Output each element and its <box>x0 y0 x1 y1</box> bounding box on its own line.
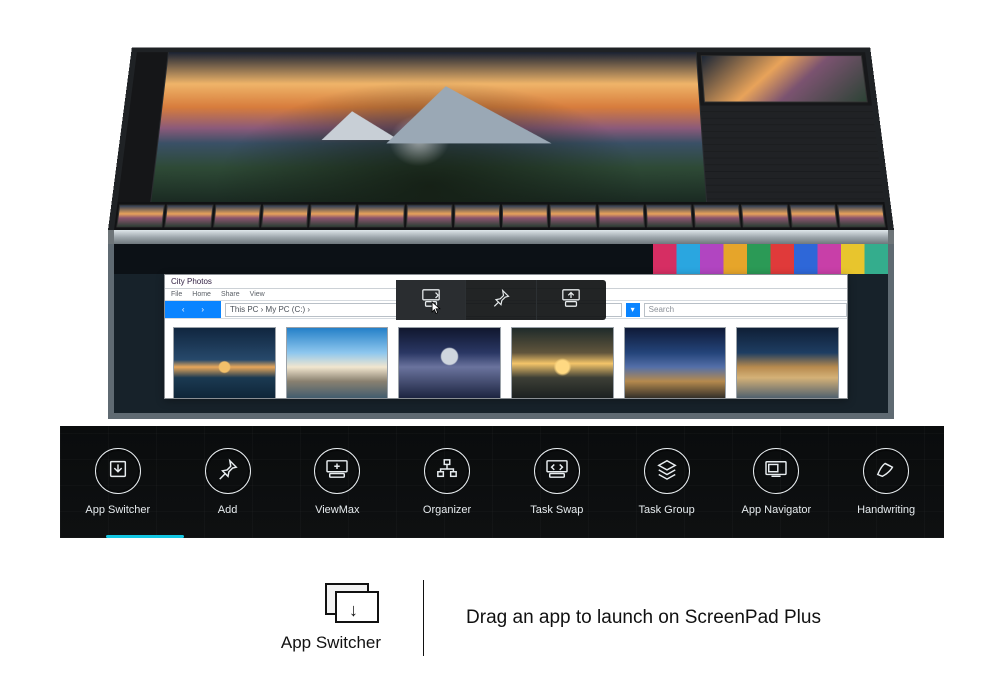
nav-back-forward[interactable]: ‹ › <box>165 301 221 318</box>
photo-item[interactable]: City 04.jpg <box>511 327 614 394</box>
filmstrip-thumb <box>646 205 693 228</box>
filmstrip-thumb <box>837 205 886 228</box>
filmstrip-thumb <box>213 205 261 228</box>
main-display <box>108 48 894 230</box>
color-swatch-strip <box>653 244 888 274</box>
screenpad-plus[interactable]: City Photos File Home Share View ‹ › Thi… <box>108 244 894 419</box>
photo-item[interactable]: City 06.jpg <box>736 327 839 394</box>
filmstrip-thumb <box>165 205 213 228</box>
photo-thumb[interactable] <box>624 327 727 398</box>
menu-item[interactable]: View <box>250 291 265 298</box>
editor-navigator-thumb <box>701 55 868 102</box>
chevron-left-icon[interactable]: ‹ <box>182 305 185 314</box>
app-switcher-large-icon: ↓ <box>325 583 381 625</box>
photo-item[interactable]: City 05.jpg <box>624 327 727 394</box>
filmstrip-thumb <box>693 205 741 228</box>
search-input[interactable]: Search <box>644 303 847 317</box>
laptop: City Photos File Home Share View ‹ › Thi… <box>108 10 894 419</box>
feature-label: ViewMax <box>315 504 359 516</box>
feature-organizer[interactable]: Organizer <box>395 448 499 516</box>
photo-item[interactable]: City 01.jpg <box>173 327 276 394</box>
address-dropdown-icon[interactable]: ▾ <box>626 303 640 317</box>
feature-label: App Navigator <box>742 504 812 516</box>
caption-row: ↓ App Switcher Drag an app to launch on … <box>0 580 1002 656</box>
vertical-divider <box>423 580 424 656</box>
feature-label: Handwriting <box>857 504 915 516</box>
filmstrip-thumb <box>789 205 837 228</box>
caption-text: Drag an app to launch on ScreenPad Plus <box>466 607 821 629</box>
feature-bar: App Switcher Add ViewMax Organizer Task … <box>60 426 944 538</box>
pin-icon <box>217 458 239 485</box>
editor-panels <box>696 52 885 202</box>
popover-pin[interactable] <box>465 280 535 320</box>
feature-label: Task Group <box>638 504 694 516</box>
cursor-icon <box>431 301 441 315</box>
photo-thumb[interactable] <box>398 327 501 398</box>
photo-editor <box>118 52 885 202</box>
feature-label: Task Swap <box>530 504 583 516</box>
task-swap-icon <box>545 459 569 484</box>
filmstrip-thumb <box>406 205 453 228</box>
selected-indicator <box>106 535 184 538</box>
app-navigator-icon <box>764 459 788 484</box>
chevron-right-icon[interactable]: › <box>201 305 204 314</box>
feature-handwriting[interactable]: Handwriting <box>834 448 938 516</box>
editor-filmstrip <box>114 202 888 230</box>
photo-thumb[interactable] <box>173 327 276 398</box>
feature-task-swap[interactable]: Task Swap <box>505 448 609 516</box>
viewmax-icon <box>325 459 349 484</box>
main-display-wrap <box>108 10 894 230</box>
menu-item[interactable]: Home <box>192 291 211 298</box>
menu-item[interactable]: File <box>171 291 182 298</box>
popover-send-to-main[interactable] <box>536 280 606 320</box>
filmstrip-thumb <box>741 205 789 228</box>
download-arrow-icon: ↓ <box>349 601 358 619</box>
filmstrip-thumb <box>357 205 404 228</box>
send-up-icon <box>560 288 582 313</box>
filmstrip-thumb <box>261 205 309 228</box>
task-group-icon <box>656 458 678 485</box>
feature-label: Add <box>218 504 238 516</box>
filmstrip-thumb <box>502 205 548 228</box>
feature-viewmax[interactable]: ViewMax <box>285 448 389 516</box>
photo-item[interactable]: City 02.jpg <box>286 327 389 394</box>
filmstrip-thumb <box>454 205 500 228</box>
explorer-body[interactable]: City 01.jpg City 02.jpg City 03.jpg City… <box>165 319 847 398</box>
organizer-icon <box>435 458 459 485</box>
hinge <box>108 230 894 244</box>
filmstrip-thumb <box>309 205 356 228</box>
app-switcher-icon <box>107 458 129 485</box>
feature-label: Organizer <box>423 504 471 516</box>
screenpad-popover[interactable] <box>396 280 606 320</box>
caption-icon-label: App Switcher <box>281 633 381 653</box>
filmstrip-thumb <box>598 205 645 228</box>
feature-app-switcher[interactable]: App Switcher <box>66 448 170 516</box>
filmstrip-thumb <box>116 205 165 228</box>
photo-thumb[interactable] <box>286 327 389 398</box>
feature-label: App Switcher <box>85 504 150 516</box>
photo-thumb[interactable] <box>511 327 614 398</box>
feature-app-navigator[interactable]: App Navigator <box>724 448 828 516</box>
editor-property-list <box>700 106 884 202</box>
feature-add[interactable]: Add <box>176 448 280 516</box>
editor-canvas <box>151 52 706 202</box>
search-placeholder: Search <box>649 305 674 314</box>
photo-thumb[interactable] <box>736 327 839 398</box>
feature-task-group[interactable]: Task Group <box>615 448 719 516</box>
handwriting-icon <box>874 458 898 485</box>
pin-icon <box>491 288 511 313</box>
menu-item[interactable]: Share <box>221 291 240 298</box>
filmstrip-thumb <box>550 205 597 228</box>
screenpad-top-strip <box>114 244 888 274</box>
caption-icon-block: ↓ App Switcher <box>181 583 381 653</box>
photo-item[interactable]: City 03.jpg <box>398 327 501 394</box>
